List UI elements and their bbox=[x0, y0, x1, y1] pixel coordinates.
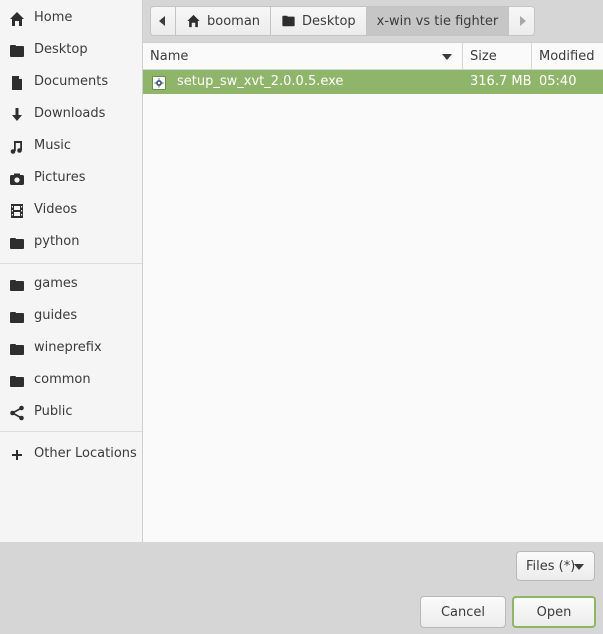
cancel-button[interactable]: Cancel bbox=[420, 596, 506, 628]
sidebar-item-wineprefix[interactable]: wineprefix bbox=[0, 332, 142, 364]
folder-icon bbox=[9, 309, 25, 325]
open-button[interactable]: Open bbox=[512, 596, 596, 628]
file-filter-label: Files (*) bbox=[526, 558, 576, 574]
sidebar-item-label: Home bbox=[34, 10, 73, 25]
path-crumb-home[interactable]: booman bbox=[176, 7, 272, 35]
path-crumb-label: Desktop bbox=[302, 13, 356, 29]
file-name: setup_sw_xvt_2.0.0.5.exe bbox=[177, 74, 344, 89]
sidebar-item-label: Desktop bbox=[34, 42, 88, 57]
column-divider[interactable] bbox=[531, 43, 532, 70]
document-icon bbox=[9, 75, 25, 91]
sidebar-item-common[interactable]: common bbox=[0, 364, 142, 396]
sidebar-item-label: wineprefix bbox=[34, 340, 102, 355]
cancel-button-label: Cancel bbox=[440, 604, 486, 620]
file-size: 316.7 MB bbox=[470, 74, 532, 89]
path-crumb-current[interactable]: x-win vs tie fighter bbox=[366, 7, 510, 35]
sort-down-icon[interactable] bbox=[442, 54, 452, 60]
chevron-right-icon bbox=[519, 16, 526, 26]
sidebar-item-label: python bbox=[34, 234, 80, 249]
path-crumb-label: x-win vs tie fighter bbox=[376, 13, 499, 29]
file-modified: 05:40 bbox=[539, 74, 577, 89]
column-header-size[interactable]: Size bbox=[470, 43, 497, 70]
chevron-down-icon bbox=[574, 564, 584, 570]
column-divider[interactable] bbox=[462, 43, 463, 70]
column-headers: Name Size Modified bbox=[143, 43, 603, 70]
sidebar-item-downloads[interactable]: Downloads bbox=[0, 98, 142, 130]
sidebar-item-python[interactable]: python bbox=[0, 226, 142, 258]
column-header-modified[interactable]: Modified bbox=[539, 43, 594, 70]
table-row[interactable]: setup_sw_xvt_2.0.0.5.exe 316.7 MB 05:40 bbox=[143, 70, 603, 94]
sidebar-item-label: guides bbox=[34, 308, 78, 323]
sidebar-item-games[interactable]: games bbox=[0, 268, 142, 300]
home-icon bbox=[186, 14, 201, 28]
sidebar-item-label: Music bbox=[34, 138, 71, 153]
folder-icon bbox=[9, 373, 25, 389]
column-header-name[interactable]: Name bbox=[150, 43, 188, 70]
sidebar-item-label: common bbox=[34, 372, 91, 387]
sidebar-item-label: Videos bbox=[34, 202, 78, 217]
folder-icon bbox=[9, 235, 25, 251]
sidebar-item-public[interactable]: Public bbox=[0, 396, 142, 428]
sidebar-item-pictures[interactable]: Pictures bbox=[0, 162, 142, 194]
sidebar-item-documents[interactable]: Documents bbox=[0, 66, 142, 98]
folder-icon bbox=[9, 43, 25, 59]
home-icon bbox=[9, 11, 25, 27]
music-icon bbox=[9, 139, 25, 155]
sidebar-item-desktop[interactable]: Desktop bbox=[0, 34, 142, 66]
download-icon bbox=[9, 107, 25, 123]
folder-icon bbox=[9, 341, 25, 357]
sidebar-item-label: Other Locations bbox=[34, 446, 137, 461]
file-list: Name Size Modified setup_sw_xvt_2.0.0.5.… bbox=[143, 42, 603, 542]
share-icon bbox=[9, 405, 25, 421]
sidebar-item-guides[interactable]: guides bbox=[0, 300, 142, 332]
path-bar: booman Desktop x-win vs tie fighter bbox=[150, 6, 536, 36]
sidebar-item-music[interactable]: Music bbox=[0, 130, 142, 162]
folder-icon bbox=[9, 277, 25, 293]
camera-icon bbox=[9, 171, 25, 187]
path-forward-button[interactable] bbox=[509, 7, 535, 35]
sidebar-item-home[interactable]: Home bbox=[0, 2, 142, 34]
open-button-label: Open bbox=[536, 604, 572, 620]
sidebar-item-label: Pictures bbox=[34, 170, 86, 185]
places-sidebar: Home Desktop Documents Downloads Music P… bbox=[0, 0, 143, 542]
sidebar-item-label: Documents bbox=[34, 74, 109, 89]
sidebar-item-videos[interactable]: Videos bbox=[0, 194, 142, 226]
sidebar-item-label: Downloads bbox=[34, 106, 106, 121]
sidebar-item-label: games bbox=[34, 276, 78, 291]
sidebar-divider bbox=[0, 431, 142, 432]
sidebar-divider bbox=[0, 263, 142, 264]
executable-icon bbox=[152, 75, 166, 90]
sidebar-item-other-locations[interactable]: Other Locations bbox=[0, 438, 142, 470]
folder-icon bbox=[281, 14, 296, 28]
plus-icon bbox=[9, 447, 25, 463]
path-crumb-label: booman bbox=[207, 13, 261, 29]
path-back-button[interactable] bbox=[151, 7, 176, 35]
film-icon bbox=[9, 203, 25, 219]
sidebar-item-label: Public bbox=[34, 404, 73, 419]
path-crumb-desktop[interactable]: Desktop bbox=[271, 7, 367, 35]
file-filter-dropdown[interactable]: Files (*) bbox=[516, 551, 595, 581]
chevron-left-icon bbox=[159, 16, 165, 26]
